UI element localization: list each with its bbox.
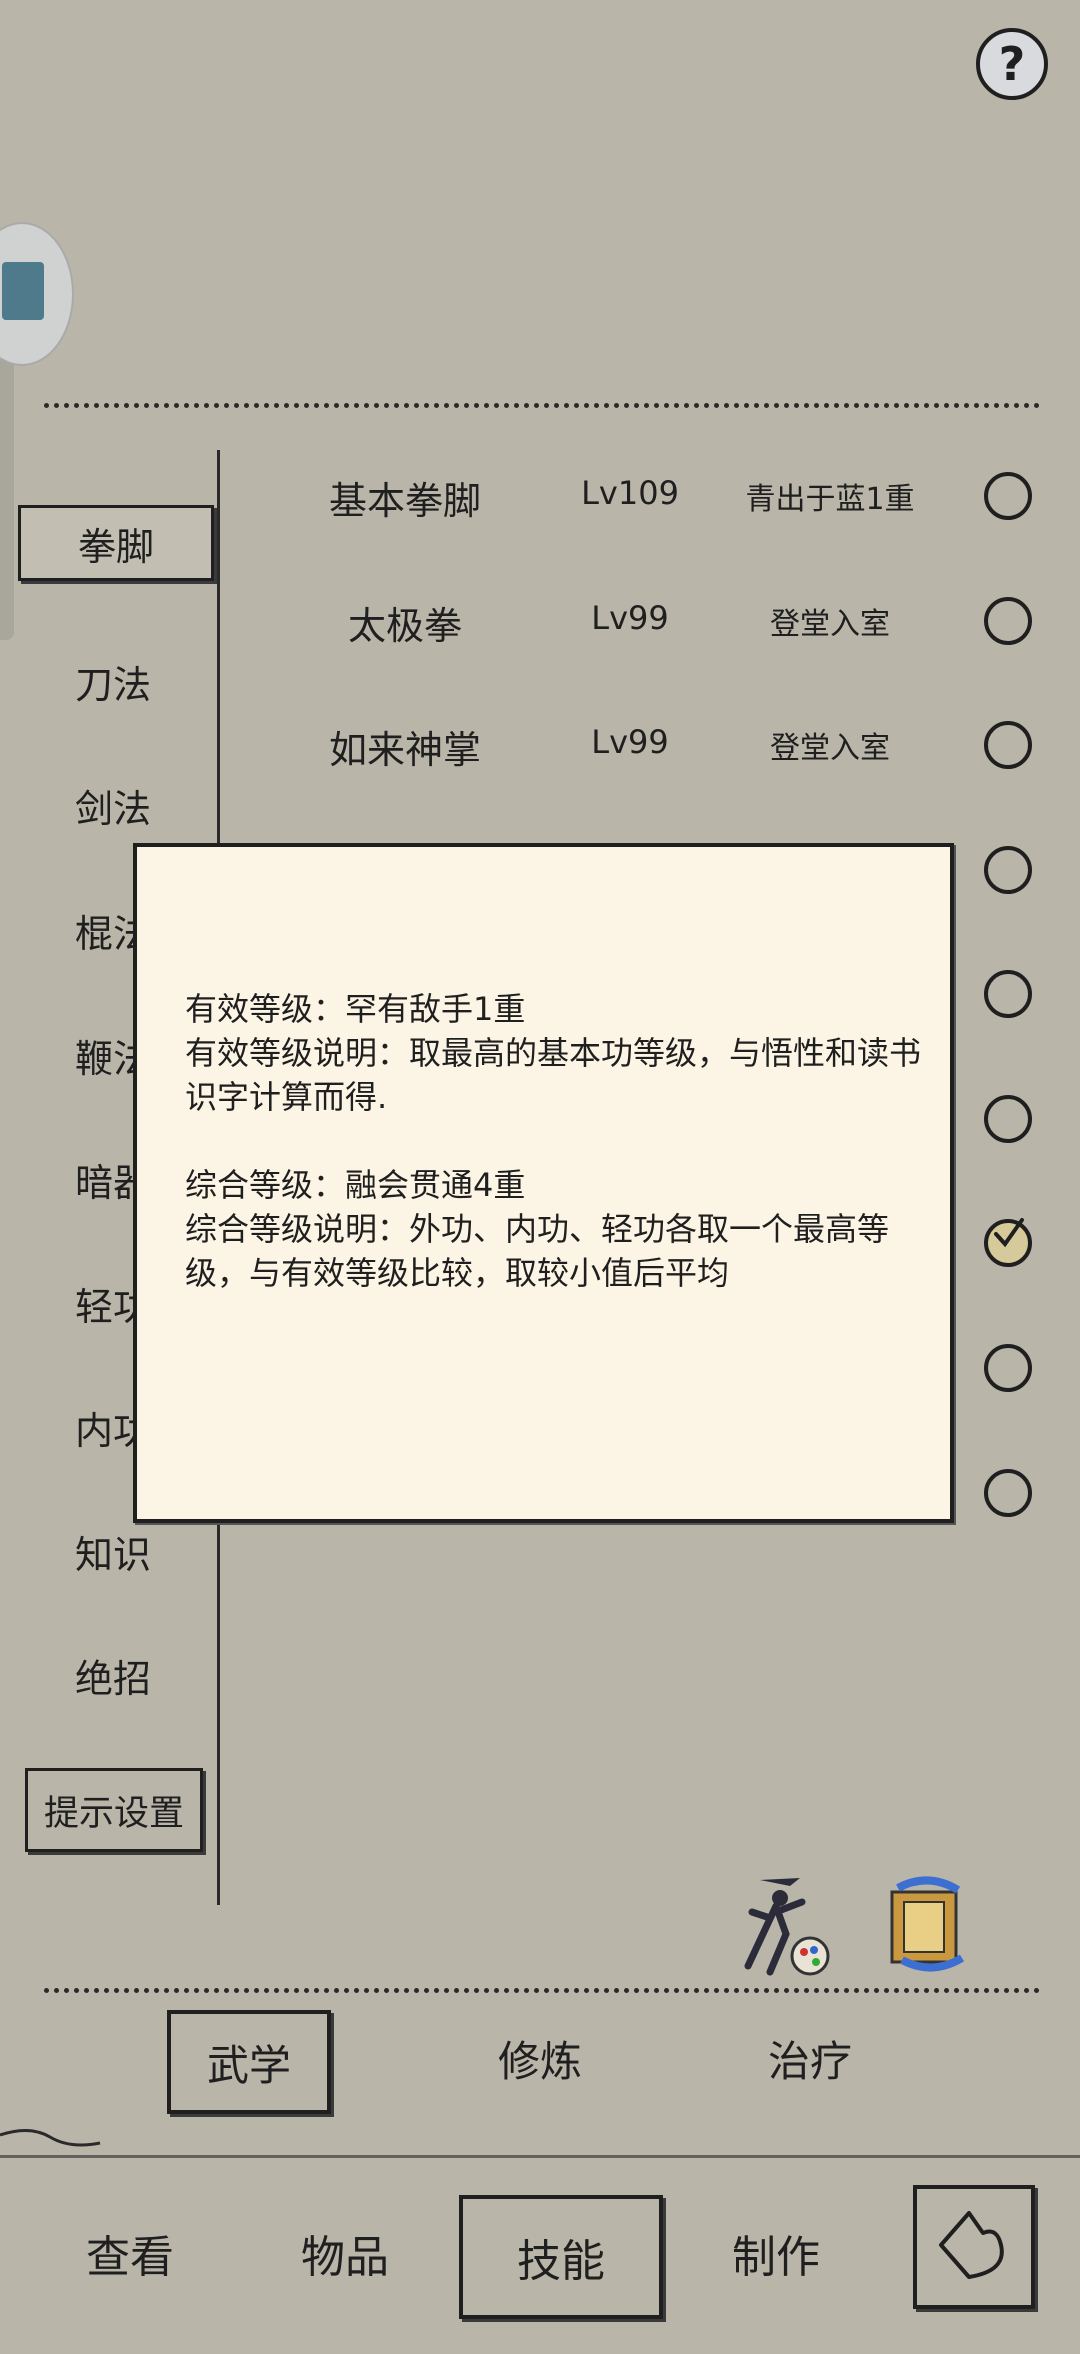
- nav-zhizuo[interactable]: 制作: [676, 2195, 876, 2311]
- question-icon: ?: [998, 37, 1026, 91]
- subtab-wuxue[interactable]: 武学: [167, 2010, 331, 2114]
- nav-divider: [0, 2155, 1080, 2158]
- back-button[interactable]: [913, 2185, 1035, 2309]
- nav-wupin[interactable]: 物品: [245, 2195, 445, 2311]
- skill-radio[interactable]: [984, 472, 1032, 520]
- scroll-swap-icon[interactable]: [878, 1872, 982, 1976]
- skill-radio[interactable]: [984, 846, 1032, 894]
- skill-level: Lv99: [591, 723, 669, 761]
- subtab-label: 治疗: [767, 2036, 852, 2086]
- category-label: 刀法: [74, 662, 151, 707]
- category-juezhao[interactable]: 绝招: [18, 1640, 208, 1710]
- subtab-xiulian[interactable]: 修炼: [440, 2010, 640, 2106]
- skill-radio[interactable]: [984, 1095, 1032, 1143]
- skill-row[interactable]: 基本拳脚 Lv109 青出于蓝1重: [230, 452, 1050, 532]
- skill-name: 基本拳脚: [328, 479, 481, 523]
- nav-label: 制作: [732, 2232, 820, 2283]
- category-zhishi[interactable]: 知识: [18, 1516, 208, 1586]
- category-daofa[interactable]: 刀法: [18, 646, 208, 716]
- help-button[interactable]: ?: [976, 28, 1048, 100]
- category-label: 绝招: [74, 1656, 151, 1701]
- nav-label: 查看: [86, 2232, 174, 2283]
- level-info-dialog[interactable]: 有效等级：罕有敌手1重 有效等级说明：取最高的基本功等级，与悟性和读书识字计算而…: [133, 843, 954, 1523]
- nav-label: 技能: [517, 2236, 605, 2287]
- hint-settings-button[interactable]: 提示设置: [25, 1768, 203, 1852]
- top-divider: [44, 403, 1040, 408]
- back-arrow-icon: [939, 2211, 1004, 2279]
- hint-settings-label: 提示设置: [43, 1793, 184, 1834]
- nav-chakan[interactable]: 查看: [30, 2195, 230, 2311]
- skill-radio[interactable]: [984, 597, 1032, 645]
- category-jianfa[interactable]: 剑法: [18, 770, 208, 840]
- category-label: 剑法: [74, 786, 151, 831]
- skill-level: Lv109: [581, 474, 679, 512]
- skill-status: 青出于蓝1重: [745, 482, 915, 517]
- nav-label: 物品: [301, 2232, 389, 2283]
- skill-radio[interactable]: [984, 970, 1032, 1018]
- skill-level: Lv99: [591, 599, 669, 637]
- subtab-zhiliao[interactable]: 治疗: [710, 2010, 910, 2106]
- category-label: 知识: [74, 1532, 151, 1577]
- subtab-label: 修炼: [497, 2036, 582, 2086]
- decorative-swirl: [0, 2129, 101, 2147]
- floating-app-icon[interactable]: [0, 222, 74, 366]
- skill-name: 太极拳: [347, 604, 462, 648]
- skill-radio[interactable]: [984, 721, 1032, 769]
- nav-jineng[interactable]: 技能: [459, 2195, 663, 2319]
- subtab-label: 武学: [206, 2040, 291, 2090]
- skill-status: 登堂入室: [770, 607, 890, 642]
- skill-radio[interactable]: [984, 1344, 1032, 1392]
- skill-row[interactable]: 太极拳 Lv99 登堂入室: [230, 577, 1050, 657]
- bottom-divider: [44, 1988, 1040, 1993]
- skill-row[interactable]: 如来神掌 Lv99 登堂入室: [230, 701, 1050, 781]
- skill-status: 登堂入室: [770, 731, 890, 766]
- skill-radio[interactable]: [984, 1469, 1032, 1517]
- category-label: 拳脚: [77, 524, 154, 569]
- check-icon: [994, 1218, 1024, 1248]
- category-quanjiao[interactable]: 拳脚: [18, 505, 214, 581]
- skill-name: 如来神掌: [328, 728, 481, 772]
- martial-artist-icon[interactable]: [740, 1872, 840, 1978]
- dialog-text: 有效等级：罕有敌手1重 有效等级说明：取最高的基本功等级，与悟性和读书识字计算而…: [185, 990, 922, 1292]
